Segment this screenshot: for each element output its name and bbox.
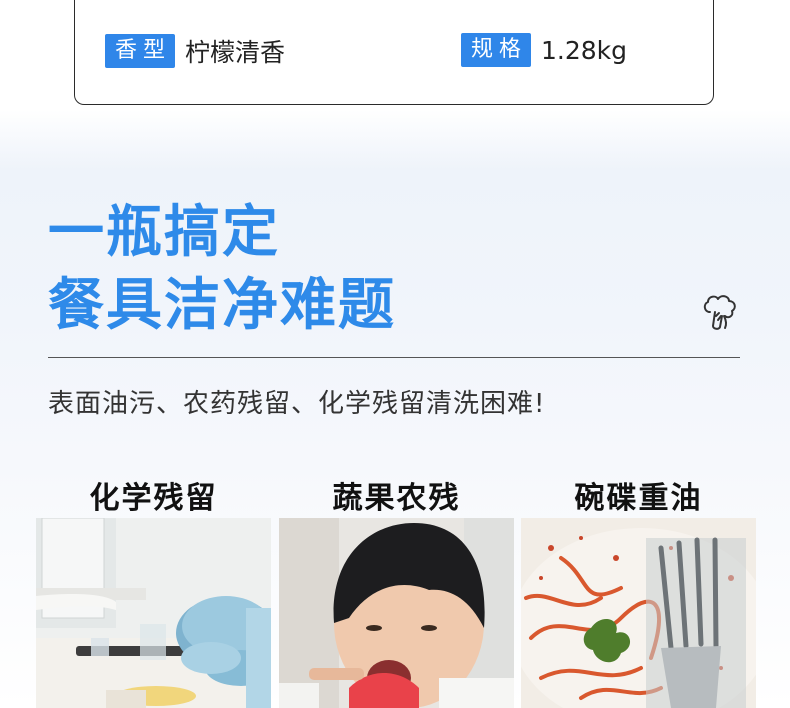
child-eating-watermelon-photo	[279, 518, 514, 708]
headline-line2: 餐具洁净难题	[48, 273, 396, 338]
broccoli-icon	[698, 290, 742, 334]
category-title-pesticide: 蔬果农残	[332, 481, 461, 516]
spec-label-size: 规格	[461, 33, 532, 67]
spec-value-fragrance: 柠檬清香	[185, 38, 286, 67]
spec-box: 香型 柠檬清香 规格 1.28kg	[74, 0, 714, 105]
headline-line1: 一瓶搞定	[48, 200, 280, 265]
category-title-chemical: 化学残留	[89, 481, 218, 516]
category-title-grease: 碗碟重油	[574, 481, 703, 516]
spec-label-fragrance: 香型	[105, 34, 176, 68]
kitchen-dishes-photo	[36, 518, 271, 708]
greasy-pasta-plate-photo	[521, 518, 756, 708]
spec-fragrance: 香型 柠檬清香	[105, 33, 285, 69]
subtext: 表面油污、农药残留、化学残留清洗困难!	[48, 389, 546, 419]
spec-value-size: 1.28kg	[541, 35, 628, 65]
divider	[48, 357, 740, 358]
spec-size: 规格 1.28kg	[461, 33, 627, 67]
